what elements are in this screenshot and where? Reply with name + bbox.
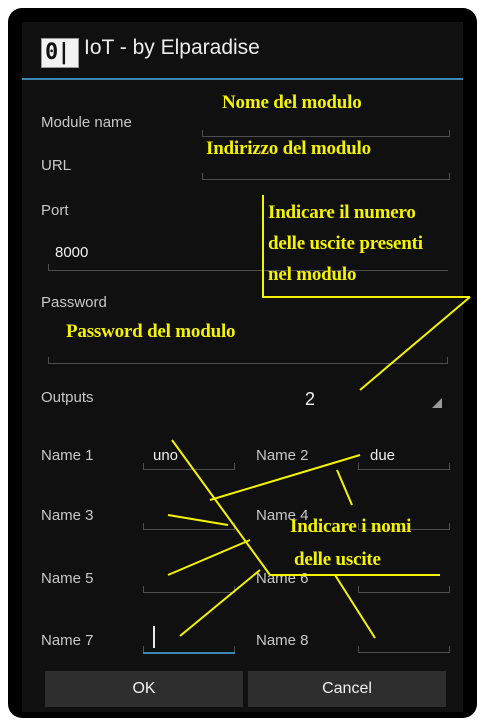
annotation-names-line1: Indicare i nomi — [290, 516, 412, 537]
name-pointer-6 — [179, 569, 261, 637]
annotation-overlay: Nome del modulo Indirizzo del modulo Ind… — [0, 0, 485, 722]
outputs-pointer-line — [359, 296, 471, 391]
name-pointer-1 — [209, 454, 361, 501]
name-pointer-4 — [167, 514, 229, 526]
annotation-url: Indirizzo del modulo — [206, 138, 371, 159]
annotation-module-name: Nome del modulo — [222, 92, 362, 113]
annotation-outputs-line1: Indicare il numero — [268, 202, 416, 223]
name-pointer-3 — [171, 439, 271, 576]
annotation-names-line2: delle uscite — [294, 549, 381, 570]
name-pointer-7 — [334, 574, 376, 639]
name-pointer-5 — [167, 539, 251, 576]
annotation-outputs-line2: delle uscite presenti — [268, 233, 423, 254]
name-pointer-2 — [336, 469, 353, 506]
annotation-password: Password del modulo — [66, 321, 236, 342]
annotation-outputs-line3: nel modulo — [268, 264, 357, 285]
